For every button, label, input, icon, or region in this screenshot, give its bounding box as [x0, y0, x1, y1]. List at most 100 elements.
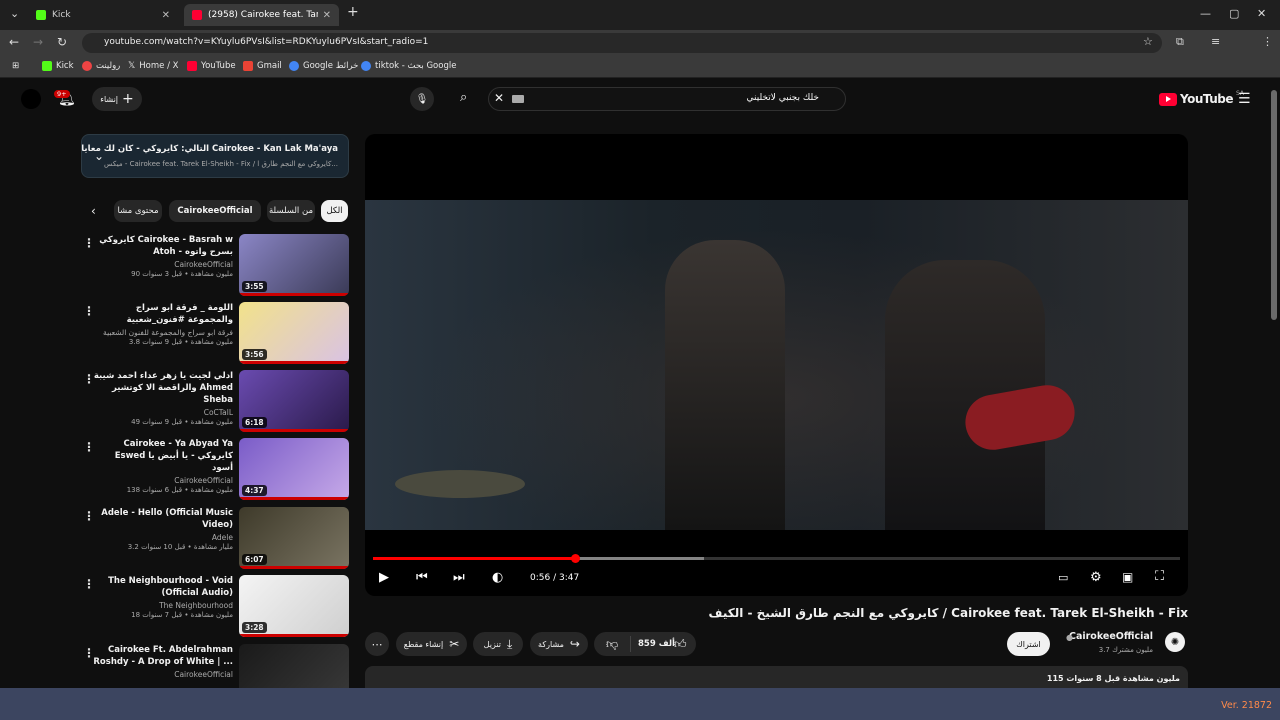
google-icon — [289, 61, 299, 71]
next-icon[interactable]: ⏭ — [453, 570, 465, 585]
video-player[interactable]: ▶ ⏮ ⏭ ◐ 0:56 / 3:47 ▭ ⚙ ▣ ⛶ — [365, 134, 1188, 596]
maximize-icon[interactable]: ▢ — [1229, 7, 1239, 20]
video-frame[interactable] — [365, 200, 1188, 530]
watched-bar — [239, 497, 349, 500]
new-tab-icon[interactable]: + — [347, 4, 359, 20]
channel-avatar[interactable]: ✺ — [1165, 632, 1185, 652]
minimize-icon[interactable]: — — [1200, 7, 1211, 20]
item-meta: 3.8 مليون مشاهدة • قبل 9 سنوات — [128, 338, 233, 346]
hamburger-menu-icon[interactable]: ☰ — [1238, 91, 1251, 107]
subscribe-button[interactable]: اشتراك — [1007, 632, 1050, 656]
chip-series[interactable]: من السلسلة — [267, 200, 315, 222]
fullscreen-icon[interactable]: ⛶ — [1155, 569, 1164, 584]
bookmark-kick[interactable]: Kick — [42, 61, 74, 71]
watched-bar — [239, 293, 349, 296]
close-tab-icon[interactable]: ✕ — [162, 10, 170, 21]
media-icon[interactable]: ≡ — [1211, 35, 1220, 48]
create-button[interactable]: إنشاء + — [92, 87, 142, 111]
gmail-icon — [243, 61, 253, 71]
scrubber-handle[interactable] — [570, 554, 580, 563]
item-thumbnail[interactable]: 3:56 — [239, 302, 349, 364]
share-button[interactable]: مشاركة ↪ — [530, 632, 588, 656]
bookmark-gmail[interactable]: Gmail — [243, 61, 282, 71]
tab-search-icon[interactable]: ⌄ — [10, 7, 19, 20]
playlist-item[interactable]: ⋮ Adele - Hello (Official Music Video) Ade… — [81, 507, 351, 571]
bookmark-star-icon[interactable]: ☆ — [1143, 35, 1153, 48]
clip-label: إنشاء مقطع — [403, 639, 444, 649]
youtube-logo[interactable]: YouTube SA — [1159, 90, 1244, 106]
subtitles-icon[interactable]: ▭ — [1058, 571, 1068, 584]
chip-all[interactable]: الكل — [321, 200, 348, 222]
item-title: كايروكي Cairokee - Basrah w Atoh - بسرح … — [99, 235, 233, 257]
settings-gear-icon[interactable]: ⚙ — [1090, 570, 1102, 585]
volume-icon[interactable]: ◐ — [492, 570, 503, 585]
like-count[interactable]: 859 ألف — [638, 639, 675, 649]
item-channel: فرقة ابو سراج والمجموعة للفنون الشعبية — [103, 328, 233, 337]
previous-icon[interactable]: ⏮ — [416, 570, 428, 585]
item-duration: 3:55 — [242, 281, 267, 292]
dislike-icon[interactable]: 👎︎ — [606, 637, 618, 652]
reload-icon[interactable]: ↻ — [57, 35, 67, 49]
scrollbar-thumb[interactable] — [1271, 90, 1277, 320]
playlist-item[interactable]: ⋮ The Neighbourhood - Void (Official Audi… — [81, 575, 351, 639]
play-icon[interactable]: ▶ — [379, 570, 389, 585]
item-thumbnail[interactable]: 3:28 — [239, 575, 349, 637]
menu-icon[interactable]: ⋮ — [1262, 35, 1273, 48]
back-icon[interactable]: ← — [9, 35, 19, 49]
item-meta: 138 مليون مشاهدة • قبل 6 سنوات — [126, 486, 233, 494]
youtube-favicon-icon — [192, 10, 202, 20]
item-channel: The Neighbourhood — [159, 601, 233, 610]
bookmark-tiktok[interactable]: tiktok - بحث Google — [361, 61, 456, 71]
item-meta: 90 مليون مشاهدة • قبل 3 سنوات — [131, 270, 233, 278]
item-info: The Neighbourhood - Void (Official Audio… — [93, 575, 233, 619]
more-actions-icon[interactable]: ⋯ — [365, 632, 389, 656]
tab-kick[interactable]: Kick ✕ — [28, 4, 178, 26]
chip-related[interactable]: محتوى مشا — [114, 200, 162, 222]
channel-name[interactable]: CairokeeOfficial — [1069, 631, 1153, 642]
bookmark-youtube[interactable]: YouTube — [187, 61, 236, 71]
forward-icon[interactable]: → — [33, 35, 43, 49]
progress-track[interactable] — [373, 554, 1180, 563]
playlist-item[interactable]: ⋮ ادلي لجيت يا زهر عداء احمد شيبة والراقص… — [81, 370, 351, 434]
item-meta: 3.2 مليار مشاهدة • قبل 10 سنوات — [127, 543, 233, 551]
miniplayer-icon[interactable]: ▣ — [1122, 570, 1133, 584]
item-thumbnail[interactable]: 3:55 — [239, 234, 349, 296]
avatar[interactable] — [21, 89, 41, 109]
like-icon[interactable]: 👍︎ — [674, 637, 687, 652]
close-tab-icon[interactable]: ✕ — [323, 10, 331, 21]
bookmark-maps[interactable]: Google خرائط — [289, 61, 358, 71]
playlist-item[interactable]: ⋮ كايروكي Cairokee - Basrah w Atoh - بسرح… — [81, 234, 351, 298]
keyboard-icon[interactable] — [512, 95, 524, 103]
taskbar: Ver. 21872 — [0, 688, 1280, 720]
playlist-item[interactable]: ⋮ اللومة _ فرقة ابو سراج والمجموعة #فنون_… — [81, 302, 351, 366]
extensions-icon[interactable]: ⧉ — [1176, 35, 1184, 49]
item-channel: CairokeeOfficial — [174, 670, 233, 679]
page-scrollbar[interactable] — [1270, 90, 1278, 688]
clear-search-icon[interactable]: ✕ — [494, 91, 504, 105]
item-thumbnail[interactable]: 6:07 — [239, 507, 349, 569]
item-thumbnail[interactable]: 6:18 — [239, 370, 349, 432]
download-button[interactable]: تنزيل ⤓ — [473, 632, 523, 656]
clip-button[interactable]: إنشاء مقطع ✂ — [396, 632, 467, 656]
close-window-icon[interactable]: ✕ — [1257, 7, 1266, 20]
search-icon[interactable]: ⌕ — [460, 90, 467, 105]
tab-youtube[interactable]: (2958) Cairokee feat. Tarek El-S ✕ — [184, 4, 339, 26]
chip-label: الكل — [326, 206, 343, 216]
youtube-logo-icon — [1159, 92, 1177, 106]
chip-channel[interactable]: CairokeeOfficial — [169, 200, 261, 222]
url-field[interactable]: youtube.com/watch?v=KYuylu6PVsI&list=RDK… — [82, 33, 1162, 53]
google-icon — [361, 61, 371, 71]
item-duration: 6:18 — [242, 417, 267, 428]
apps-icon[interactable]: ⊞ — [12, 61, 19, 71]
chip-label: محتوى مشا — [117, 206, 159, 216]
mic-icon[interactable]: 🎙︎ — [410, 87, 434, 111]
bookmark-rollint[interactable]: رولينت — [82, 61, 120, 71]
chevron-left-icon[interactable]: ‹ — [91, 204, 96, 218]
playlist-item[interactable]: ⋮ Cairokee - Ya Abyad Ya Eswed كايروكي - … — [81, 438, 351, 502]
item-channel: CoCTalL — [203, 408, 233, 417]
item-duration: 6:07 — [242, 554, 267, 565]
search-input[interactable]: خلك بجنبي لاتخليني — [488, 87, 846, 111]
bookmark-x[interactable]: 𝕏 Home / X — [128, 61, 178, 71]
item-thumbnail[interactable]: 4:37 — [239, 438, 349, 500]
playlist-next-box[interactable]: ⌄ التالي: كايروكي - كان لك معايا Cairoke… — [81, 134, 349, 178]
